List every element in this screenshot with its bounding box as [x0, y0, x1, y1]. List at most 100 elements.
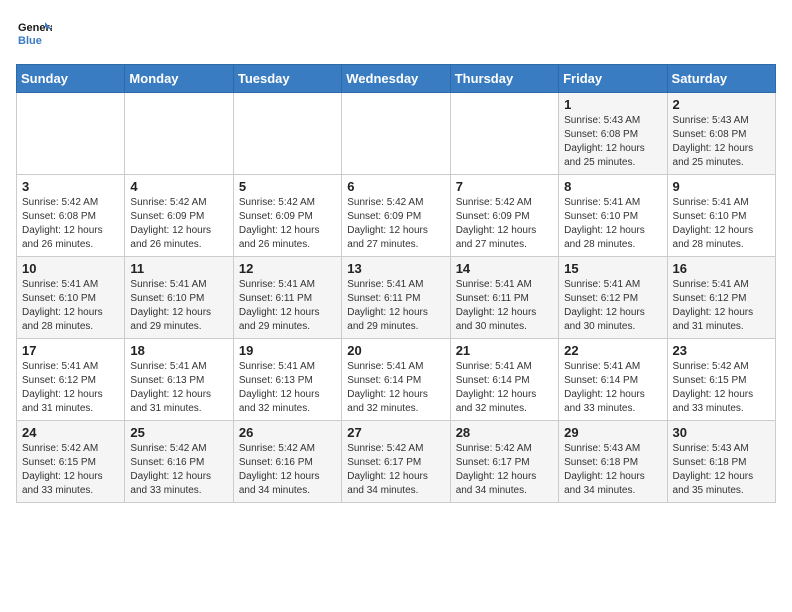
calendar-cell: 1 Sunrise: 5:43 AM Sunset: 6:08 PM Daylig…: [559, 93, 667, 175]
day-info: Sunrise: 5:43 AM Sunset: 6:08 PM Dayligh…: [564, 114, 661, 170]
weekday-header-monday: Monday: [125, 65, 233, 93]
calendar-cell: 6 Sunrise: 5:42 AM Sunset: 6:09 PM Daylig…: [342, 175, 450, 257]
calendar-cell: 15Sunrise: 5:41 AM Sunset: 6:12 PM Dayli…: [559, 257, 667, 339]
calendar-cell: 23Sunrise: 5:42 AM Sunset: 6:15 PM Dayli…: [667, 339, 775, 421]
calendar-cell: 21 Sunrise: 5:41 AM Sunset: 6:14 PM Dayli…: [450, 339, 558, 421]
day-info: Sunrise: 5:41 AM Sunset: 6:12 PM Dayligh…: [673, 278, 770, 334]
calendar-cell: 17 Sunrise: 5:41 AM Sunset: 6:12 PM Dayli…: [17, 339, 125, 421]
calendar-week-5: 24 Sunrise: 5:42 AM Sunset: 6:15 PM Dayli…: [17, 421, 776, 503]
day-info: Sunrise: 5:42 AM Sunset: 6:17 PM Dayligh…: [456, 442, 553, 498]
day-info: Sunrise: 5:41 AM Sunset: 6:10 PM Dayligh…: [22, 278, 119, 334]
day-info: Sunrise: 5:41 AM Sunset: 6:13 PM Dayligh…: [239, 360, 336, 416]
day-number: 30: [673, 425, 770, 440]
day-number: 16: [673, 261, 770, 276]
day-info: Sunrise: 5:42 AM Sunset: 6:15 PM Dayligh…: [22, 442, 119, 498]
day-number: 5: [239, 179, 336, 194]
day-number: 21: [456, 343, 553, 358]
calendar-cell: [342, 93, 450, 175]
day-number: 26: [239, 425, 336, 440]
svg-text:Blue: Blue: [18, 35, 42, 47]
calendar-cell: 9 Sunrise: 5:41 AM Sunset: 6:10 PM Daylig…: [667, 175, 775, 257]
day-info: Sunrise: 5:42 AM Sunset: 6:17 PM Dayligh…: [347, 442, 444, 498]
day-number: 17: [22, 343, 119, 358]
day-number: 25: [130, 425, 227, 440]
calendar-cell: 29 Sunrise: 5:43 AM Sunset: 6:18 PM Dayli…: [559, 421, 667, 503]
logo-svg: General Blue: [16, 16, 52, 52]
day-info: Sunrise: 5:41 AM Sunset: 6:11 PM Dayligh…: [456, 278, 553, 334]
calendar-week-4: 17 Sunrise: 5:41 AM Sunset: 6:12 PM Dayli…: [17, 339, 776, 421]
day-number: 1: [564, 97, 661, 112]
day-info: Sunrise: 5:41 AM Sunset: 6:12 PM Dayligh…: [22, 360, 119, 416]
day-number: 14: [456, 261, 553, 276]
calendar-cell: 26 Sunrise: 5:42 AM Sunset: 6:16 PM Dayli…: [233, 421, 341, 503]
day-number: 10: [22, 261, 119, 276]
day-number: 20: [347, 343, 444, 358]
day-number: 3: [22, 179, 119, 194]
day-info: Sunrise: 5:41 AM Sunset: 6:14 PM Dayligh…: [456, 360, 553, 416]
calendar-week-3: 10 Sunrise: 5:41 AM Sunset: 6:10 PM Dayli…: [17, 257, 776, 339]
calendar-cell: [17, 93, 125, 175]
calendar-cell: 3 Sunrise: 5:42 AM Sunset: 6:08 PM Daylig…: [17, 175, 125, 257]
calendar-cell: 25 Sunrise: 5:42 AM Sunset: 6:16 PM Dayli…: [125, 421, 233, 503]
weekday-header-thursday: Thursday: [450, 65, 558, 93]
calendar-cell: 2 Sunrise: 5:43 AM Sunset: 6:08 PM Daylig…: [667, 93, 775, 175]
day-info: Sunrise: 5:41 AM Sunset: 6:14 PM Dayligh…: [564, 360, 661, 416]
day-info: Sunrise: 5:41 AM Sunset: 6:10 PM Dayligh…: [564, 196, 661, 252]
calendar-body: 1 Sunrise: 5:43 AM Sunset: 6:08 PM Daylig…: [17, 93, 776, 503]
calendar-week-2: 3 Sunrise: 5:42 AM Sunset: 6:08 PM Daylig…: [17, 175, 776, 257]
day-number: 9: [673, 179, 770, 194]
day-info: Sunrise: 5:41 AM Sunset: 6:12 PM Dayligh…: [564, 278, 661, 334]
calendar-cell: 16 Sunrise: 5:41 AM Sunset: 6:12 PM Dayli…: [667, 257, 775, 339]
calendar-cell: 13Sunrise: 5:41 AM Sunset: 6:11 PM Dayli…: [342, 257, 450, 339]
day-number: 7: [456, 179, 553, 194]
day-number: 24: [22, 425, 119, 440]
day-info: Sunrise: 5:41 AM Sunset: 6:14 PM Dayligh…: [347, 360, 444, 416]
day-info: Sunrise: 5:42 AM Sunset: 6:09 PM Dayligh…: [456, 196, 553, 252]
day-number: 29: [564, 425, 661, 440]
day-info: Sunrise: 5:42 AM Sunset: 6:09 PM Dayligh…: [239, 196, 336, 252]
day-info: Sunrise: 5:43 AM Sunset: 6:08 PM Dayligh…: [673, 114, 770, 170]
weekday-header-wednesday: Wednesday: [342, 65, 450, 93]
day-number: 13: [347, 261, 444, 276]
day-number: 8: [564, 179, 661, 194]
day-info: Sunrise: 5:42 AM Sunset: 6:16 PM Dayligh…: [239, 442, 336, 498]
svg-text:General: General: [18, 22, 52, 34]
calendar-cell: [125, 93, 233, 175]
calendar-cell: 5 Sunrise: 5:42 AM Sunset: 6:09 PM Daylig…: [233, 175, 341, 257]
day-number: 27: [347, 425, 444, 440]
day-info: Sunrise: 5:42 AM Sunset: 6:09 PM Dayligh…: [130, 196, 227, 252]
day-info: Sunrise: 5:42 AM Sunset: 6:09 PM Dayligh…: [347, 196, 444, 252]
calendar-cell: 28Sunrise: 5:42 AM Sunset: 6:17 PM Dayli…: [450, 421, 558, 503]
calendar-table: SundayMondayTuesdayWednesdayThursdayFrid…: [16, 64, 776, 503]
calendar-cell: 27 Sunrise: 5:42 AM Sunset: 6:17 PM Dayli…: [342, 421, 450, 503]
calendar-cell: 8 Sunrise: 5:41 AM Sunset: 6:10 PM Daylig…: [559, 175, 667, 257]
calendar-cell: 14 Sunrise: 5:41 AM Sunset: 6:11 PM Dayli…: [450, 257, 558, 339]
calendar-header-row: SundayMondayTuesdayWednesdayThursdayFrid…: [17, 65, 776, 93]
calendar-cell: 22Sunrise: 5:41 AM Sunset: 6:14 PM Dayli…: [559, 339, 667, 421]
calendar-cell: [233, 93, 341, 175]
page-header: General Blue: [16, 16, 776, 52]
day-number: 2: [673, 97, 770, 112]
day-info: Sunrise: 5:42 AM Sunset: 6:08 PM Dayligh…: [22, 196, 119, 252]
calendar-cell: 24 Sunrise: 5:42 AM Sunset: 6:15 PM Dayli…: [17, 421, 125, 503]
weekday-header-sunday: Sunday: [17, 65, 125, 93]
day-info: Sunrise: 5:41 AM Sunset: 6:10 PM Dayligh…: [673, 196, 770, 252]
weekday-header-tuesday: Tuesday: [233, 65, 341, 93]
day-info: Sunrise: 5:42 AM Sunset: 6:16 PM Dayligh…: [130, 442, 227, 498]
day-info: Sunrise: 5:41 AM Sunset: 6:13 PM Dayligh…: [130, 360, 227, 416]
day-info: Sunrise: 5:43 AM Sunset: 6:18 PM Dayligh…: [564, 442, 661, 498]
day-number: 12: [239, 261, 336, 276]
calendar-cell: 18 Sunrise: 5:41 AM Sunset: 6:13 PM Dayli…: [125, 339, 233, 421]
calendar-cell: [450, 93, 558, 175]
day-number: 23: [673, 343, 770, 358]
day-number: 11: [130, 261, 227, 276]
calendar-cell: 20 Sunrise: 5:41 AM Sunset: 6:14 PM Dayli…: [342, 339, 450, 421]
day-number: 4: [130, 179, 227, 194]
day-info: Sunrise: 5:41 AM Sunset: 6:11 PM Dayligh…: [239, 278, 336, 334]
calendar-week-1: 1 Sunrise: 5:43 AM Sunset: 6:08 PM Daylig…: [17, 93, 776, 175]
calendar-cell: 11Sunrise: 5:41 AM Sunset: 6:10 PM Dayli…: [125, 257, 233, 339]
day-number: 6: [347, 179, 444, 194]
calendar-cell: 19Sunrise: 5:41 AM Sunset: 6:13 PM Dayli…: [233, 339, 341, 421]
calendar-cell: 30Sunrise: 5:43 AM Sunset: 6:18 PM Dayli…: [667, 421, 775, 503]
day-number: 18: [130, 343, 227, 358]
